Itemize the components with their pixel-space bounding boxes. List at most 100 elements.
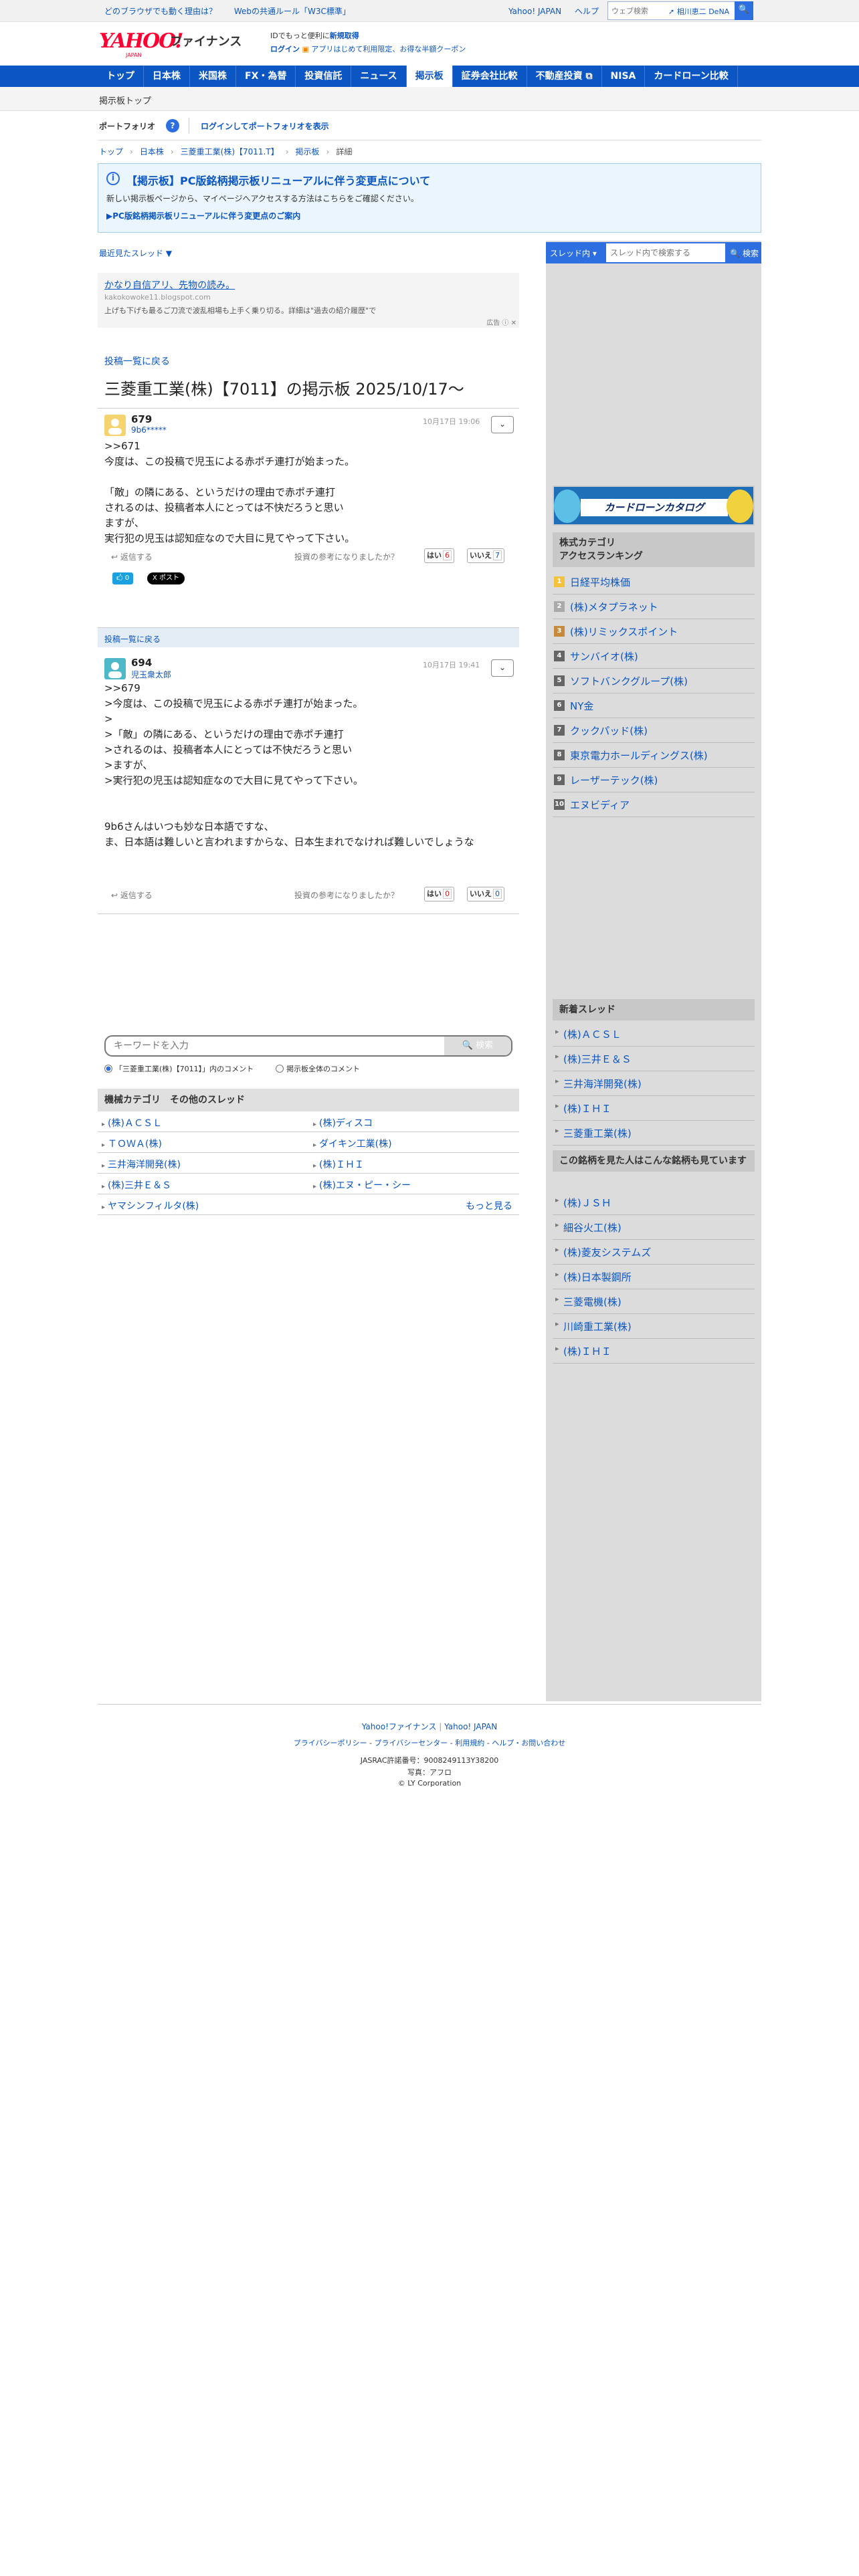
vote-question-2: 投資の参考になりましたか？ xyxy=(294,891,399,900)
nav-brokers[interactable]: 証券会社比較 xyxy=(453,66,527,87)
search-scope-dropdown[interactable]: スレッド内 ▾ xyxy=(550,247,597,259)
thread-link[interactable]: ダイキン工業(株) xyxy=(313,1137,392,1150)
service-name[interactable]: ファイナンス xyxy=(170,32,242,49)
list-item[interactable]: ▸ 川崎重工業(株) xyxy=(553,1314,755,1339)
footer-yahoo-link[interactable]: Yahoo! JAPAN xyxy=(444,1722,497,1731)
like-share-button[interactable]: 🖒 0 xyxy=(112,572,134,584)
ranking-item[interactable]: 8 東京電力ホールディングス(株) xyxy=(553,743,755,768)
notice-title[interactable]: 【掲示板】PC版銘柄掲示板リニューアルに伴う変更点について xyxy=(126,172,430,188)
board-top-link[interactable]: 掲示板トップ xyxy=(99,94,151,106)
yahoo-japan-link[interactable]: Yahoo! JAPAN xyxy=(508,7,561,16)
nav-news[interactable]: ニュース xyxy=(351,66,407,87)
thread-search-button[interactable]: 🔍 検索 xyxy=(730,247,759,259)
list-item[interactable]: ▸ 細谷火工(株) xyxy=(553,1215,755,1240)
ad-block[interactable]: かなり自信アリ、先物の読み。 kakokowoke11.blogspot.com… xyxy=(98,273,519,328)
ad-title[interactable]: かなり自信アリ、先物の読み。 xyxy=(104,278,235,292)
ranking-item[interactable]: 3 (株)リミックスポイント xyxy=(553,619,755,644)
ranking-item[interactable]: 9 レーザーテック(株) xyxy=(553,768,755,792)
list-item[interactable]: ▸ (株)ＡＣＳＬ xyxy=(553,1022,755,1047)
list-item[interactable]: ▸ (株)ＩＨＩ xyxy=(553,1339,755,1364)
thread-link[interactable]: (株)エヌ・ピー・シー xyxy=(313,1178,411,1192)
help-icon[interactable]: ? xyxy=(166,119,179,132)
nav-japan-stocks[interactable]: 日本株 xyxy=(144,66,190,87)
signup-link[interactable]: 新規取得 xyxy=(330,31,359,40)
privacy-center-link[interactable]: プライバシーセンター xyxy=(375,1739,448,1747)
search-button[interactable]: 🔍 xyxy=(735,1,753,20)
post-menu-button[interactable]: ⌄ xyxy=(491,416,514,433)
x-post-button[interactable]: X ポスト xyxy=(147,572,185,584)
nav-fx[interactable]: FX・為替 xyxy=(236,66,296,87)
thread-link[interactable]: (株)ＩＨＩ xyxy=(313,1158,364,1171)
nav-real-estate[interactable]: 不動産投資 ⧉ xyxy=(527,66,602,87)
ranking-item[interactable]: 7 クックパッド(株) xyxy=(553,718,755,743)
ranking-item[interactable]: 5 ソフトバンクグループ(株) xyxy=(553,669,755,693)
yahoo-logo[interactable]: YAHOO! JAPAN xyxy=(99,29,184,58)
web-search-input[interactable] xyxy=(608,2,665,19)
nav-us-stocks[interactable]: 米国株 xyxy=(190,66,236,87)
radio-all-comments[interactable]: 掲示板全体のコメント xyxy=(276,1063,360,1074)
breadcrumb-board[interactable]: 掲示板 xyxy=(296,146,320,157)
nav-cardloan[interactable]: カードローン比較 xyxy=(645,66,738,87)
footer-finance-link[interactable]: Yahoo!ファイナンス xyxy=(362,1722,437,1731)
list-item[interactable]: ▸ 三菱重工業(株) xyxy=(553,1121,755,1146)
thread-link[interactable]: ＴＯＷＡ(株) xyxy=(102,1137,162,1150)
cardloan-banner[interactable]: カードローンカタログ xyxy=(553,486,755,526)
thread-link[interactable]: 三井海洋開発(株) xyxy=(102,1158,181,1171)
thread-link[interactable]: (株)ディスコ xyxy=(313,1116,373,1130)
reply-button-2[interactable]: ↩ 返信する xyxy=(111,889,153,901)
vote-no-button-2[interactable]: いいえ 0 xyxy=(467,887,504,901)
notice-link[interactable]: ▶PC版銘柄掲示板リニューアルに伴う変更点のご案内 xyxy=(106,210,300,221)
user-name[interactable]: ➚ 相川恵二 DeNA xyxy=(668,6,729,17)
post-user[interactable]: 9b6***** xyxy=(131,425,167,435)
thread-link[interactable]: ヤマシンフィルタ(株) xyxy=(102,1199,199,1212)
nav-nisa[interactable]: NISA xyxy=(602,66,646,87)
vote-yes-button[interactable]: はい 6 xyxy=(424,548,454,563)
ranking-item[interactable]: 1 日経平均株価 xyxy=(553,570,755,595)
ranking-item[interactable]: 4 サンバイオ(株) xyxy=(553,644,755,669)
back-to-list-link[interactable]: 投稿一覧に戻る xyxy=(104,354,170,368)
recent-threads-dropdown[interactable]: 最近見たスレッド ▼ xyxy=(99,247,172,259)
w3c-promo-link[interactable]: Webの共通ルール「W3C標準」 xyxy=(234,7,351,16)
radio-thread-comments[interactable]: 「三菱重工業(株)【7011】」内のコメント xyxy=(104,1063,254,1074)
help-contact-link[interactable]: ヘルプ・お問い合わせ xyxy=(492,1739,565,1747)
vote-yes-button-2[interactable]: はい 0 xyxy=(424,887,454,901)
breadcrumb-japan-stocks[interactable]: 日本株 xyxy=(140,146,164,157)
help-link[interactable]: ヘルプ xyxy=(575,7,599,16)
ad-mark[interactable]: 広告 ⓘ ✕ xyxy=(486,317,516,327)
browser-promo-link[interactable]: どのブラウザでも動く理由は？ xyxy=(104,7,217,16)
app-coupon-link[interactable]: アプリはじめて利用限定、お得な半額クーポン xyxy=(311,45,466,53)
list-item[interactable]: ▸ (株)日本製鋼所 xyxy=(553,1265,755,1289)
post-user[interactable]: 児玉衆太郎 xyxy=(131,669,171,680)
terms-link[interactable]: 利用規約 xyxy=(455,1739,484,1747)
portfolio-login-link[interactable]: ログインしてポートフォリオを表示 xyxy=(201,120,329,132)
sub-nav: 掲示板トップ xyxy=(0,87,859,111)
nav-top[interactable]: トップ xyxy=(98,66,144,87)
keyword-input[interactable] xyxy=(106,1037,440,1055)
ranking-item[interactable]: 10 エヌビディア xyxy=(553,792,755,817)
nav-board[interactable]: 掲示板 xyxy=(406,66,453,87)
list-item[interactable]: ▸ 三菱電機(株) xyxy=(553,1289,755,1314)
login-link[interactable]: ログイン xyxy=(270,45,300,53)
breadcrumb-stock[interactable]: 三菱重工業(株)【7011.T】 xyxy=(181,146,279,157)
list-item[interactable]: ▸ (株)三井Ｅ＆Ｓ xyxy=(553,1047,755,1071)
breadcrumb-top[interactable]: トップ xyxy=(99,146,123,157)
list-item[interactable]: ▸ (株)ＪＳＨ xyxy=(553,1190,755,1215)
list-item[interactable]: ▸ 三井海洋開発(株) xyxy=(553,1071,755,1096)
list-item[interactable]: ▸ (株)ＩＨＩ xyxy=(553,1096,755,1121)
reply-button[interactable]: ↩ 返信する xyxy=(111,551,153,562)
privacy-policy-link[interactable]: プライバシーポリシー xyxy=(294,1739,367,1747)
rank-badge: 2 xyxy=(554,601,565,612)
nav-funds[interactable]: 投資信託 xyxy=(296,66,352,87)
thread-link[interactable]: (株)三井Ｅ＆Ｓ xyxy=(102,1178,171,1192)
post-menu-button[interactable]: ⌄ xyxy=(491,659,514,677)
list-item[interactable]: ▸ (株)菱友システムズ xyxy=(553,1240,755,1265)
ranking-item[interactable]: 6 NY金 xyxy=(553,693,755,718)
keyword-search-button[interactable]: 🔍 検索 xyxy=(444,1037,511,1055)
vote-no-button[interactable]: いいえ 7 xyxy=(467,548,504,563)
more-link[interactable]: もっと見る xyxy=(466,1199,512,1212)
back-to-list-link-2[interactable]: 投稿一覧に戻る xyxy=(104,633,161,645)
thread-search-input[interactable] xyxy=(606,243,725,262)
thread-link[interactable]: (株)ＡＣＳＬ xyxy=(102,1116,162,1130)
ranking-item[interactable]: 2 (株)メタプラネット xyxy=(553,595,755,619)
reply-icon: ↩ xyxy=(111,552,120,562)
